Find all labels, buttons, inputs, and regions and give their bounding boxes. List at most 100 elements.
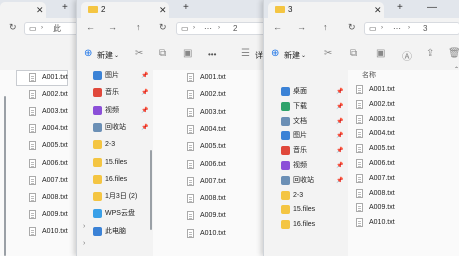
file-name: A003.txt: [42, 108, 68, 116]
pin-icon[interactable]: 📌: [336, 132, 343, 139]
pin-icon[interactable]: 📌: [141, 107, 148, 114]
text-file-icon: [29, 158, 36, 168]
refresh-icon[interactable]: ↻: [348, 22, 356, 33]
sort-label[interactable]: 详: [255, 50, 263, 61]
close-tab-icon[interactable]: ✕: [374, 2, 382, 18]
text-file-icon: [356, 218, 363, 228]
text-file-icon: [187, 107, 194, 117]
back-icon[interactable]: ←: [86, 22, 95, 32]
pin-icon[interactable]: 📌: [336, 147, 343, 154]
folder-icon: [281, 205, 290, 215]
text-file-icon: [187, 90, 194, 100]
desktop-icon: [281, 87, 290, 96]
file-name: A003.txt: [369, 115, 395, 123]
text-file-icon: [187, 211, 194, 221]
share-icon[interactable]: ⇪: [426, 48, 434, 59]
chevron-down-icon[interactable]: ⌄: [301, 52, 306, 59]
text-file-icon: [187, 228, 194, 238]
forward-icon[interactable]: →: [108, 22, 117, 32]
copy-icon[interactable]: ⧉: [159, 48, 166, 59]
text-file-icon: [187, 142, 194, 152]
text-file-icon: [29, 124, 36, 134]
text-file-icon: [187, 159, 194, 169]
scrollbar[interactable]: [4, 96, 6, 256]
nav-item-label: 视频: [105, 106, 119, 114]
file-name: A002.txt: [200, 91, 226, 99]
pin-icon[interactable]: 📌: [336, 118, 343, 125]
new-tab-icon[interactable]: +: [397, 2, 403, 13]
pin-icon[interactable]: 📌: [336, 162, 343, 169]
music-icon: [281, 146, 290, 156]
paste-icon[interactable]: ▣: [183, 48, 192, 59]
tab-partial[interactable]: ✕: [0, 2, 46, 18]
chevron-right-icon: ›: [41, 25, 43, 31]
tab-3[interactable]: 3 ✕: [268, 2, 384, 18]
explorer-window-2: 2 ✕ + ← → ↑ ↻ ▭ › ⋯ › 2 ⊕ 新建 ⌄ ✂ ⧉ ▣ •••…: [76, 0, 268, 256]
new-icon[interactable]: ⊕: [271, 48, 279, 59]
nav-item-label: 15.files: [293, 206, 316, 214]
new-icon[interactable]: ⊕: [84, 48, 92, 59]
expand-chevron-icon[interactable]: ›: [83, 223, 85, 230]
file-name: A005.txt: [42, 142, 68, 150]
cut-icon[interactable]: ✂: [135, 48, 143, 59]
refresh-icon[interactable]: ↻: [9, 22, 17, 33]
expand-chevron-icon[interactable]: ›: [83, 240, 85, 247]
text-file-icon: [29, 141, 36, 151]
text-file-icon: [29, 107, 36, 117]
paste-icon[interactable]: ▣: [376, 48, 385, 59]
minimize-icon[interactable]: —: [427, 2, 437, 13]
file-name: A008.txt: [369, 189, 395, 197]
explorer-window-3: 3 ✕ + — ← → ↑ ↻ ▭ › ⋯ › 3 ⊕ 新建 ⌄ ✂ ⧉ ▣ Ⓐ…: [263, 0, 459, 256]
up-icon[interactable]: ↑: [323, 22, 328, 32]
address-bar[interactable]: ▭ › ⋯ › 2: [176, 22, 268, 35]
nav-item-label: 视频: [293, 162, 307, 169]
back-icon[interactable]: ←: [273, 22, 282, 32]
folder-icon: [281, 190, 290, 200]
more-button[interactable]: •••: [208, 50, 216, 59]
new-button[interactable]: 新建: [97, 50, 113, 61]
address-bar[interactable]: ▭ › ⋯ › 3: [364, 22, 459, 35]
address-text: 3: [423, 24, 428, 33]
close-tab-icon[interactable]: ✕: [159, 2, 167, 18]
new-tab-icon[interactable]: +: [62, 2, 68, 13]
text-file-icon: [356, 159, 363, 168]
ellipsis-icon[interactable]: ⋯: [393, 23, 401, 34]
pin-icon[interactable]: 📌: [336, 177, 343, 184]
file-name: A010.txt: [42, 227, 68, 235]
forward-icon[interactable]: →: [297, 22, 306, 32]
nav-item-label: 音乐: [293, 147, 307, 155]
chevron-right-icon: ›: [381, 25, 383, 31]
details-icon[interactable]: ☰: [241, 48, 250, 59]
nav-item-label: 回收站: [293, 176, 314, 184]
delete-icon[interactable]: 🗑: [448, 48, 459, 59]
tab-2[interactable]: 2 ✕: [81, 2, 169, 18]
address-text: 此: [53, 24, 61, 33]
pin-icon[interactable]: 📌: [141, 124, 148, 131]
chevron-right-icon: ›: [408, 25, 410, 31]
pin-icon[interactable]: 📌: [141, 72, 148, 79]
text-file-icon: [29, 73, 36, 82]
new-button[interactable]: 新建: [284, 50, 300, 61]
copy-icon[interactable]: ⧉: [350, 48, 357, 59]
chevron-down-icon[interactable]: ⌄: [114, 52, 119, 59]
ellipsis-icon[interactable]: ⋯: [204, 23, 212, 34]
text-file-icon: [356, 173, 363, 183]
refresh-icon[interactable]: ↻: [159, 22, 167, 33]
folder-icon: [93, 140, 102, 150]
file-name: A010.txt: [200, 229, 226, 237]
pin-icon[interactable]: 📌: [141, 89, 148, 96]
pin-icon[interactable]: 📌: [336, 88, 343, 95]
sort-arrow-icon: ⌃: [454, 67, 459, 73]
tab-title: 2: [101, 5, 106, 14]
pin-icon[interactable]: 📌: [336, 103, 343, 110]
text-file-icon: [29, 90, 36, 100]
column-header-name[interactable]: 名称: [362, 70, 376, 80]
nav-scrollbar[interactable]: [150, 150, 152, 230]
close-tab-icon[interactable]: ✕: [36, 2, 44, 18]
rename-icon[interactable]: Ⓐ: [402, 48, 412, 63]
up-icon[interactable]: ↑: [136, 22, 141, 32]
new-tab-icon[interactable]: +: [183, 2, 189, 13]
file-name: A004.txt: [42, 125, 68, 133]
nav-item-label: 16.files: [293, 221, 316, 229]
cut-icon[interactable]: ✂: [324, 48, 332, 59]
